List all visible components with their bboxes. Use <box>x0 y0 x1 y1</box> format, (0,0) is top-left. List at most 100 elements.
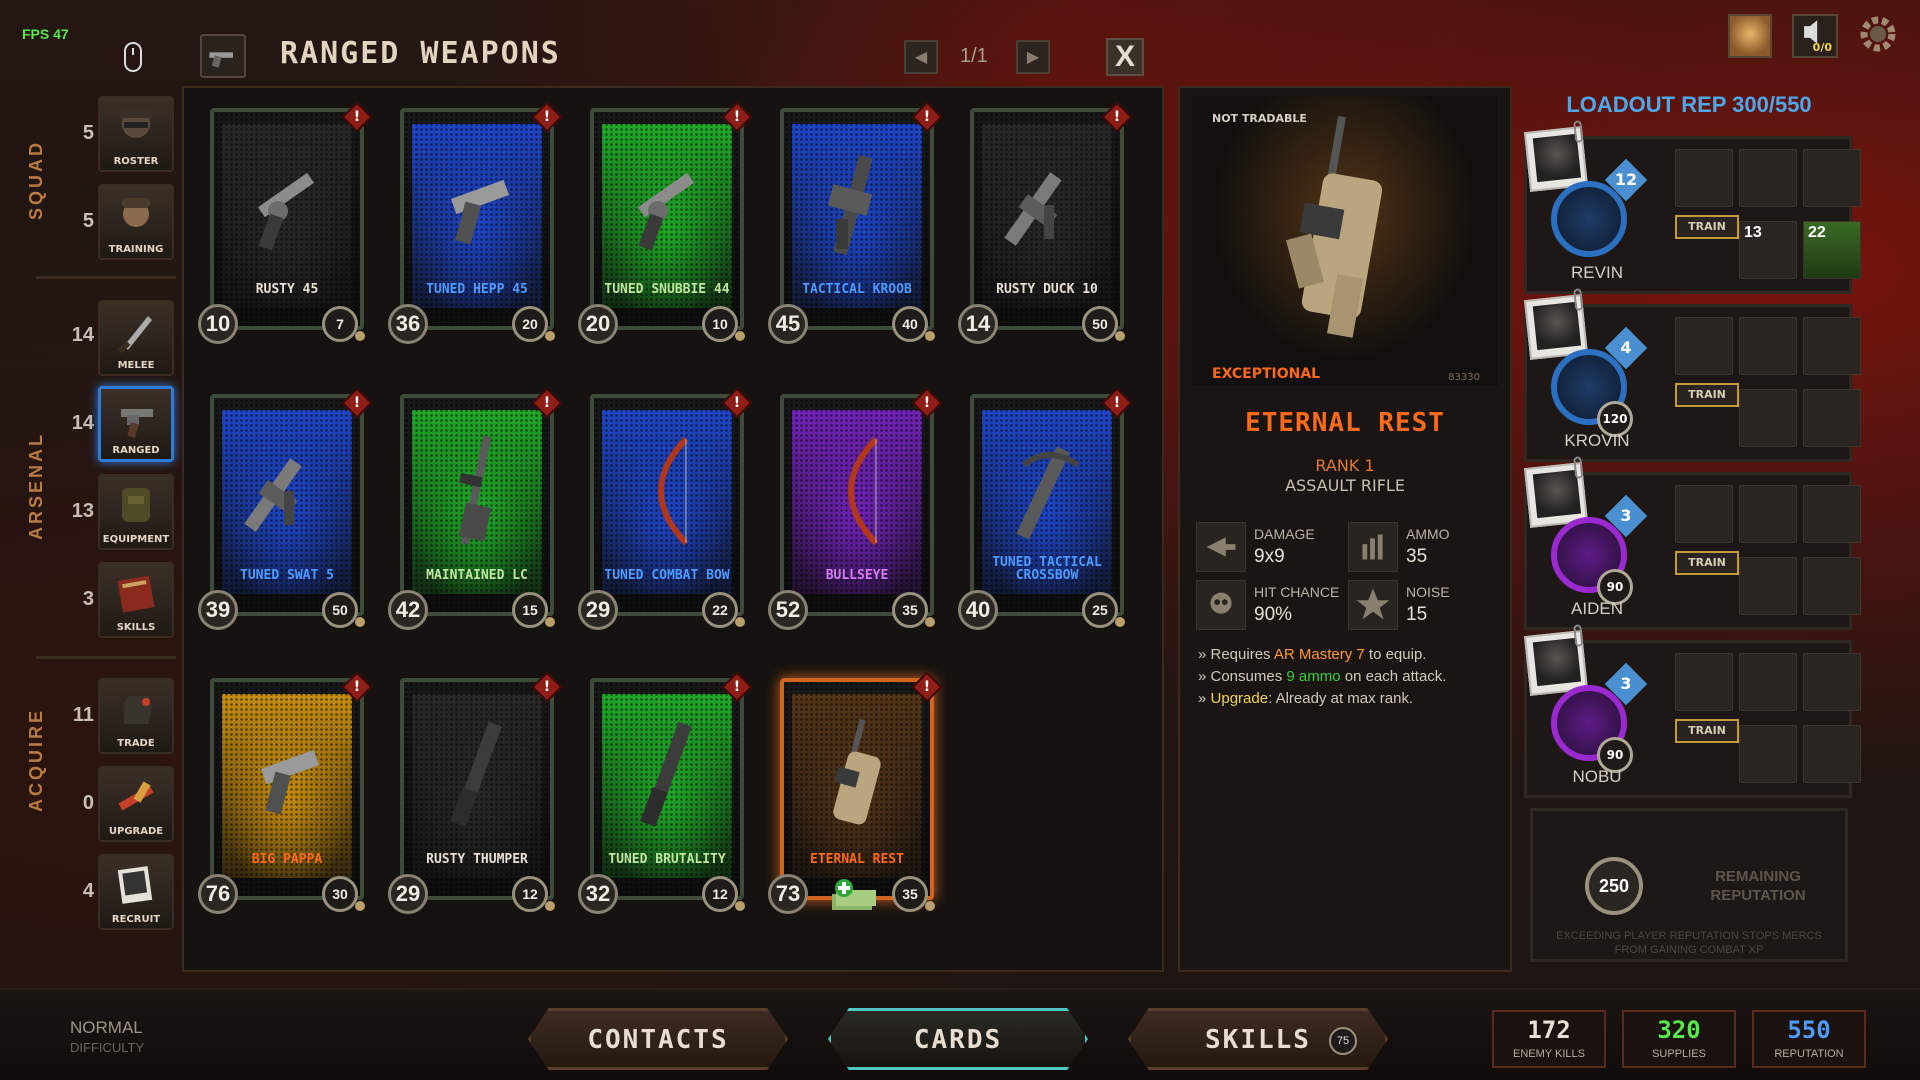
card-rep-cost: 45 <box>768 304 808 344</box>
stat-ammo: AMMO 35 <box>1348 522 1498 574</box>
train-button[interactable]: TRAIN <box>1675 551 1739 575</box>
sidebar-item-upgrade[interactable]: UPGRADE <box>98 766 174 842</box>
merc-card[interactable]: 12 REVIN TRAIN 13 22 <box>1524 120 1861 294</box>
card-rep-cost: 20 <box>578 304 618 344</box>
sidebar-item-label: EQUIPMENT <box>102 534 170 545</box>
noise-icon <box>1348 580 1398 630</box>
card-name: TUNED TACTICAL CROSSBOW <box>992 555 1102 583</box>
weapon-card[interactable]: RUSTY 45 ! 10 7 <box>194 100 374 350</box>
melee-slot[interactable] <box>1739 725 1797 783</box>
gear-icon[interactable] <box>1856 12 1900 56</box>
merc-level-badge: 3 <box>1604 494 1648 538</box>
body-slot[interactable] <box>1675 485 1733 543</box>
merc-card[interactable]: 4 120 KROVIN TRAIN <box>1524 288 1861 462</box>
group-divider <box>36 656 176 659</box>
body-slot[interactable] <box>1675 317 1733 375</box>
armor-slot[interactable] <box>1803 485 1861 543</box>
weapon-card[interactable]: RUSTY THUMPER ! 29 12 <box>384 670 564 920</box>
card-frame: RUSTY THUMPER <box>400 678 554 900</box>
sidebar-item-equipment[interactable]: EQUIPMENT <box>98 474 174 550</box>
weapon-card[interactable]: TUNED BRUTALITY ! 32 12 <box>574 670 754 920</box>
armor-slot[interactable] <box>1739 317 1797 375</box>
training-count: 5 <box>82 210 94 232</box>
melee-slot[interactable] <box>1739 557 1797 615</box>
upgrade-count: 0 <box>82 792 94 814</box>
card-ammo: 20 <box>512 306 555 342</box>
rarity-label: EXCEPTIONAL <box>1212 366 1321 382</box>
glove-icon <box>124 696 152 724</box>
body-slot[interactable] <box>1675 653 1733 711</box>
weapon-card[interactable]: TUNED COMBAT BOW ! 29 22 <box>574 386 754 636</box>
ranged-slot[interactable]: 22 <box>1803 221 1861 279</box>
armor-slot[interactable] <box>1739 485 1797 543</box>
cards-button[interactable]: CARDS <box>828 1008 1088 1070</box>
card-ammo: 25 <box>1082 592 1125 628</box>
roster-count: 5 <box>82 122 94 144</box>
contacts-button[interactable]: CONTACTS <box>528 1008 788 1070</box>
serial-number: 83330 <box>1448 372 1480 383</box>
card-rep-cost: 39 <box>198 590 238 630</box>
remaining-rep-label: REMAINING REPUTATION <box>1710 868 1806 904</box>
sidebar-item-melee[interactable]: MELEE <box>98 300 174 376</box>
stat-label: DAMAGE <box>1254 526 1315 542</box>
weapon-card[interactable]: ETERNAL REST ! 73 35 <box>764 670 944 920</box>
weapon-class: ASSAULT RIFLE <box>1285 476 1405 495</box>
melee-slot[interactable]: 13 <box>1739 221 1797 279</box>
ranged-slot[interactable] <box>1803 557 1861 615</box>
weapon-card[interactable]: RUSTY DUCK 10 ! 14 50 <box>954 100 1134 350</box>
armor-slot[interactable] <box>1803 149 1861 207</box>
weapon-card[interactable]: TUNED SNUBBIE 44 ! 20 10 <box>574 100 754 350</box>
weapon-card[interactable]: BIG PAPPA ! 76 30 <box>194 670 374 920</box>
merc-card[interactable]: 3 90 NOBU TRAIN <box>1524 624 1861 798</box>
armor-slot[interactable] <box>1739 653 1797 711</box>
slot-count: 22 <box>1808 224 1826 241</box>
damage-icon <box>1196 522 1246 572</box>
weapon-card[interactable]: MAINTAINED LC ! 42 15 <box>384 386 564 636</box>
armor-slot[interactable] <box>1803 317 1861 375</box>
close-button[interactable]: X <box>1106 38 1144 76</box>
counter-value: 320 <box>1657 1016 1701 1044</box>
group-label-arsenal: ARSENAL <box>26 431 46 540</box>
shotgun-icon <box>640 721 692 827</box>
stat-label: AMMO <box>1406 526 1450 542</box>
cash-plus-icon <box>832 879 876 910</box>
prev-page-button[interactable]: ◀ <box>904 40 938 74</box>
sidebar-item-skills[interactable]: SKILLS <box>98 562 174 638</box>
sound-toggle[interactable]: 0/0 <box>1792 14 1838 58</box>
weapon-card[interactable]: TUNED TACTICAL CROSSBOW ! 40 25 <box>954 386 1134 636</box>
melee-slot[interactable] <box>1739 389 1797 447</box>
sidebar-item-ranged[interactable]: RANGED <box>98 386 174 462</box>
stat-value: 15 <box>1406 604 1428 625</box>
shotgun-icon <box>450 721 502 827</box>
group-divider <box>36 276 176 279</box>
weapon-card[interactable]: BULLSEYE ! 52 35 <box>764 386 944 636</box>
card-name: TUNED BRUTALITY <box>608 852 726 867</box>
armor-slot[interactable] <box>1803 653 1861 711</box>
card-ammo: 22 <box>702 592 745 628</box>
skills-count: 3 <box>82 588 94 610</box>
skills-button[interactable]: SKILLS 75 <box>1128 1008 1388 1070</box>
group-label-squad: SQUAD <box>26 139 46 220</box>
armor-slot[interactable] <box>1739 149 1797 207</box>
merc-name: AIDEN <box>1571 599 1623 618</box>
sidebar-item-training[interactable]: TRAINING <box>98 184 174 260</box>
weapon-grid: RUSTY 45 ! 10 7 TUNED HEPP 45 ! 36 20 TU… <box>182 86 1164 972</box>
body-slot[interactable] <box>1675 149 1733 207</box>
train-button[interactable]: TRAIN <box>1675 383 1739 407</box>
train-button[interactable]: TRAIN <box>1675 719 1739 743</box>
card-name: BULLSEYE <box>825 568 889 583</box>
merc-card[interactable]: 3 90 AIDEN TRAIN <box>1524 456 1861 630</box>
ranged-slot[interactable] <box>1803 725 1861 783</box>
weapon-card[interactable]: TUNED HEPP 45 ! 36 20 <box>384 100 564 350</box>
ranged-slot[interactable] <box>1803 389 1861 447</box>
sidebar-item-trade[interactable]: TRADE <box>98 678 174 754</box>
weapon-card[interactable]: TACTICAL KROOB ! 45 40 <box>764 100 944 350</box>
train-button[interactable]: TRAIN <box>1675 215 1739 239</box>
vest-icon <box>122 488 150 522</box>
sidebar-item-recruit[interactable]: RECRUIT <box>98 854 174 930</box>
sidebar-item-roster[interactable]: ROSTER <box>98 96 174 172</box>
next-page-button[interactable]: ▶ <box>1016 40 1050 74</box>
player-avatar[interactable] <box>1728 14 1772 58</box>
weapon-card[interactable]: TUNED SWAT 5 ! 39 50 <box>194 386 374 636</box>
card-rep-cost: 40 <box>958 590 998 630</box>
